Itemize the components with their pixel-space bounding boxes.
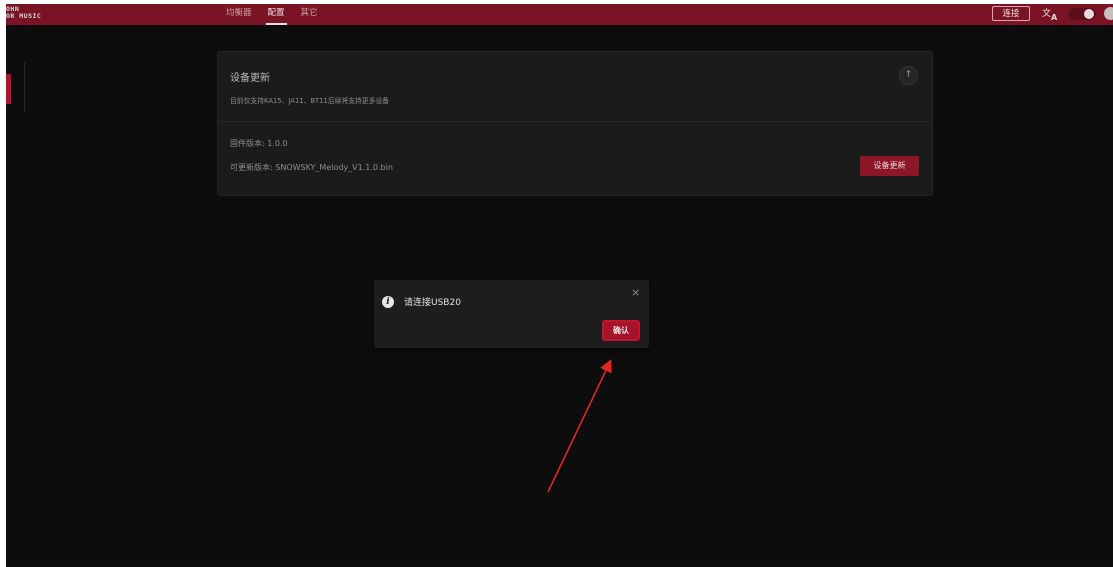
tab-other[interactable]: 其它	[293, 4, 326, 25]
sidebar-active-indicator	[6, 74, 11, 104]
theme-toggle[interactable]	[1068, 8, 1096, 20]
avatar[interactable]	[1104, 7, 1113, 20]
device-update-card: 设备更新 目前仅支持KA15、JA11、BT11后续将支持更多设备 ↑ 固件版本…	[217, 51, 933, 196]
sidebar-divider	[24, 62, 25, 112]
app-window: OHN OR MUSIC 均衡器 配置 其它 连接 文 A 设备更新 目前仅支持…	[6, 4, 1113, 567]
svg-text:A: A	[1051, 13, 1058, 21]
firmware-version: 固件版本: 1.0.0	[230, 139, 288, 148]
confirm-button[interactable]: 确认	[602, 320, 640, 341]
tab-equalizer[interactable]: 均衡器	[218, 4, 260, 25]
dialog-message: 请连接USB20	[404, 298, 461, 308]
logo-line-2: OR MUSIC	[6, 12, 42, 20]
tab-config[interactable]: 配置	[260, 4, 293, 25]
device-update-button[interactable]: 设备更新	[860, 156, 919, 176]
info-icon: i	[382, 296, 394, 308]
brand-logo: OHN OR MUSIC	[6, 6, 66, 20]
available-update-version: 可更新版本: SNOWSKY_Melody_V1.1.0.bin	[230, 163, 393, 172]
card-subtitle: 目前仅支持KA15、JA11、BT11后续将支持更多设备	[230, 97, 390, 105]
svg-text:文: 文	[1042, 7, 1051, 19]
translate-icon[interactable]: 文 A	[1042, 6, 1060, 22]
theme-toggle-knob	[1084, 9, 1094, 19]
connect-button[interactable]: 连接	[992, 6, 1030, 21]
message-dialog: i 请连接USB20 × 确认	[374, 280, 649, 348]
close-icon[interactable]: ×	[631, 286, 640, 299]
card-title: 设备更新	[230, 73, 270, 84]
card-divider	[218, 121, 932, 122]
top-bar: OHN OR MUSIC 均衡器 配置 其它 连接 文 A	[6, 4, 1113, 25]
main-tabs: 均衡器 配置 其它	[218, 4, 326, 25]
collapse-button[interactable]: ↑	[899, 66, 918, 85]
arrow-up-icon: ↑	[904, 70, 913, 80]
